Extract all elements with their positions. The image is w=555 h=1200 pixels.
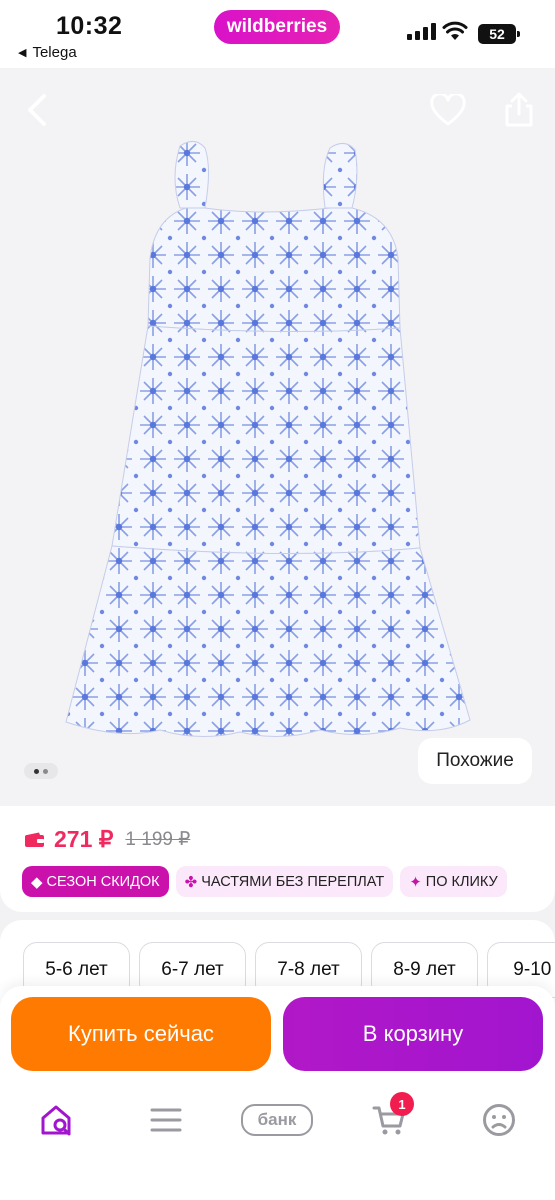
promo-badges: ◆ СЕЗОН СКИДОК ✤ ЧАСТЯМИ БЕЗ ПЕРЕПЛАТ ✦ …: [22, 866, 507, 897]
tab-cart[interactable]: 1: [364, 1092, 414, 1140]
cart-count-badge: 1: [390, 1092, 414, 1116]
similar-button[interactable]: Похожие: [418, 738, 532, 784]
tag-icon: ◆: [31, 873, 43, 891]
badge-one-click[interactable]: ✦ ПО КЛИКУ: [400, 866, 507, 897]
price-card: 271 ₽ 1 199 ₽ ◆ СЕЗОН СКИДОК ✤ ЧАСТЯМИ Б…: [0, 806, 555, 912]
bottom-tab-bar: банк 1: [0, 1082, 555, 1200]
wallet-icon: [25, 832, 44, 847]
product-photo: [65, 141, 471, 737]
tab-profile[interactable]: [474, 1100, 524, 1140]
price-row: 271 ₽ 1 199 ₽: [24, 826, 190, 853]
badge-installments[interactable]: ✤ ЧАСТЯМИ БЕЗ ПЕРЕПЛАТ: [175, 866, 394, 897]
clock: 10:32: [56, 12, 123, 40]
share-icon[interactable]: [503, 90, 535, 128]
profile-icon: [483, 1104, 515, 1136]
buy-now-button[interactable]: Купить сейчас: [11, 997, 271, 1071]
favorite-heart-icon[interactable]: [430, 94, 466, 126]
back-to-app-link[interactable]: ◀ Telega: [18, 44, 77, 61]
clover-icon: ✤: [184, 873, 198, 891]
badge-season-sale[interactable]: ◆ СЕЗОН СКИДОК: [22, 866, 169, 897]
running-icon: ✦: [409, 873, 422, 891]
pagination-dot: [43, 768, 48, 774]
tab-bank[interactable]: банк: [240, 1100, 314, 1140]
tab-catalog[interactable]: [141, 1100, 191, 1140]
product-image-gallery[interactable]: Похожие: [0, 68, 555, 806]
battery-indicator: 52: [478, 24, 520, 44]
add-to-cart-button[interactable]: В корзину: [283, 997, 543, 1071]
badge-label: ЧАСТЯМИ БЕЗ ПЕРЕПЛАТ: [201, 873, 385, 890]
gallery-pagination: [24, 763, 58, 779]
back-arrow-icon[interactable]: [20, 90, 56, 130]
back-app-label: Telega: [32, 44, 77, 61]
brand-logo: wildberries: [214, 10, 340, 44]
menu-icon: [150, 1108, 182, 1132]
wifi-icon: [442, 21, 468, 40]
current-price: 271 ₽: [54, 826, 114, 852]
badge-label: ПО КЛИКУ: [425, 873, 498, 890]
bank-label: банк: [241, 1104, 313, 1136]
old-price: 1 199 ₽: [125, 829, 191, 850]
back-triangle-icon: ◀: [18, 47, 27, 59]
pagination-dot-active: [34, 768, 39, 774]
cellular-signal-icon: [407, 22, 436, 40]
tab-home[interactable]: [32, 1100, 82, 1140]
purchase-action-bar: Купить сейчас В корзину: [0, 986, 555, 1082]
badge-label: СЕЗОН СКИДОК: [46, 873, 160, 890]
home-search-icon: [41, 1105, 71, 1136]
status-bar: 10:32 ◀ Telega wildberries 52: [0, 0, 555, 68]
